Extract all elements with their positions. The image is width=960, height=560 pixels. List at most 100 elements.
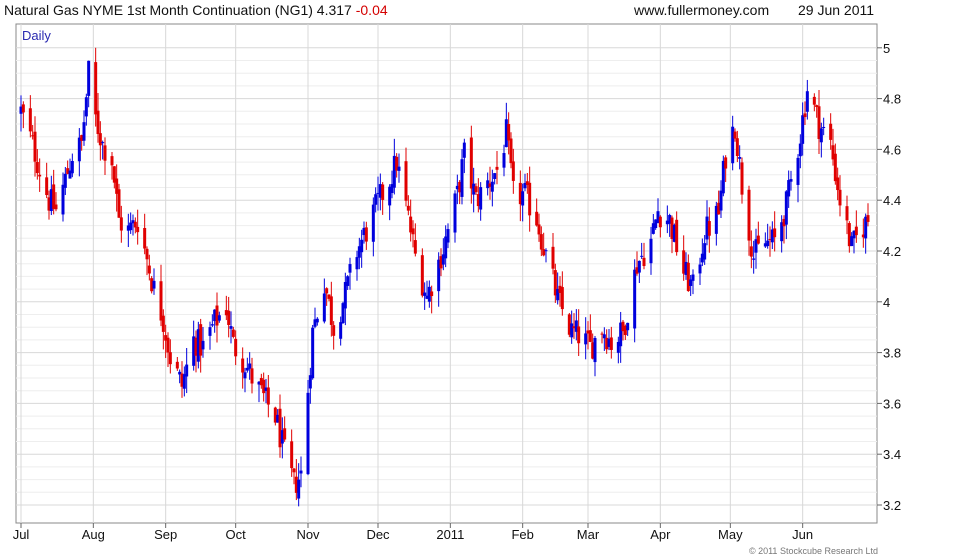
candle-down (98, 133, 102, 146)
candle-down (803, 113, 807, 118)
candle-down (227, 310, 231, 325)
candle-up (602, 334, 606, 339)
y-tick-label: 4.6 (883, 142, 901, 157)
candle-down (96, 110, 100, 135)
x-tick-label: May (718, 527, 743, 542)
candle-down (686, 262, 690, 292)
candle-up (798, 143, 802, 157)
candle-up (129, 222, 133, 231)
candle-down (756, 235, 760, 244)
candle-down (747, 189, 751, 241)
candle-up (738, 157, 742, 159)
candle-down (833, 153, 837, 182)
candle-up (502, 153, 506, 168)
candle-up (453, 193, 457, 233)
candle-up (87, 60, 91, 96)
candle-down (829, 123, 833, 140)
candle-down (21, 104, 25, 113)
candle-down (474, 186, 478, 193)
x-tick-label: Nov (296, 527, 320, 542)
candle-up (201, 340, 205, 350)
candle-down (588, 330, 592, 342)
candle-down (262, 379, 266, 394)
candle-down (740, 162, 744, 195)
candle-up (490, 181, 494, 192)
y-tick-label: 4.8 (883, 92, 901, 107)
candle-down (283, 428, 287, 440)
candle-down (542, 249, 546, 256)
x-tick-label: Apr (650, 527, 671, 542)
y-tick-label: 3.8 (883, 346, 901, 361)
candle-up (248, 363, 252, 369)
price-chart: Jul Aug Sep Oct Nov Dec 2011 Feb Mar Apr May Jun 3.… (13, 23, 901, 542)
candle-up (348, 264, 352, 273)
candle-up (397, 166, 401, 171)
candle-up (243, 372, 247, 379)
candle-down (143, 227, 147, 249)
candle-up (801, 115, 805, 144)
candle-up (544, 250, 548, 252)
candle-down (675, 219, 679, 253)
candle-down (168, 352, 172, 365)
candle-down (28, 108, 32, 132)
x-tick-label: Oct (226, 527, 247, 542)
candle-up (649, 238, 653, 264)
x-tick-label: Feb (511, 527, 533, 542)
candle-down (136, 226, 140, 233)
candle-down (110, 156, 114, 166)
candle-down (199, 324, 203, 356)
candle-up (521, 191, 525, 206)
candle-up (822, 126, 826, 128)
candle-down (539, 234, 543, 250)
candle-up (719, 190, 723, 211)
candle-down (250, 368, 254, 384)
candle-down (119, 217, 123, 231)
candle-up (322, 293, 326, 322)
candle-down (735, 138, 739, 157)
y-tick-label: 3.6 (883, 396, 901, 411)
candle-down (511, 161, 515, 181)
candle-down (845, 206, 849, 221)
candle-down (241, 358, 245, 373)
candle-down (642, 257, 646, 267)
candle-up (593, 337, 597, 363)
candle-down (560, 287, 564, 310)
candle-down (234, 338, 238, 357)
y-tick-label: 3.4 (883, 447, 901, 462)
candle-up (796, 157, 800, 185)
candle-down (658, 216, 662, 228)
candle-up (633, 269, 637, 329)
candle-down (161, 315, 165, 332)
candle-down (509, 138, 513, 164)
candle-up (70, 160, 74, 174)
candle-up (82, 122, 86, 141)
candle-up (63, 173, 67, 188)
candle-up (691, 274, 695, 281)
candle-down (812, 96, 816, 105)
candle-down (528, 182, 532, 216)
candle-down (733, 131, 737, 139)
candle-down (332, 325, 336, 336)
candle-down (577, 326, 581, 344)
x-tick-label: Dec (366, 527, 390, 542)
period-label: Daily (22, 28, 51, 43)
candle-up (371, 204, 375, 242)
candle-up (570, 323, 574, 338)
candle-up (703, 243, 707, 260)
candle-up (229, 326, 233, 329)
x-tick-label: Sep (154, 527, 177, 542)
candle-down (329, 296, 333, 325)
candle-down (231, 329, 235, 337)
candle-up (423, 292, 427, 296)
candle-up (479, 187, 483, 210)
candle-up (789, 179, 793, 182)
y-tick-label: 4.2 (883, 244, 901, 259)
y-tick-label: 4 (883, 295, 890, 310)
candle-up (343, 281, 347, 309)
candle-down (495, 166, 499, 170)
x-tick-label: 2011 (436, 527, 464, 542)
candle-up (311, 327, 315, 379)
candle-down (404, 161, 408, 201)
candle-down (54, 204, 58, 210)
candle-down (707, 221, 711, 236)
